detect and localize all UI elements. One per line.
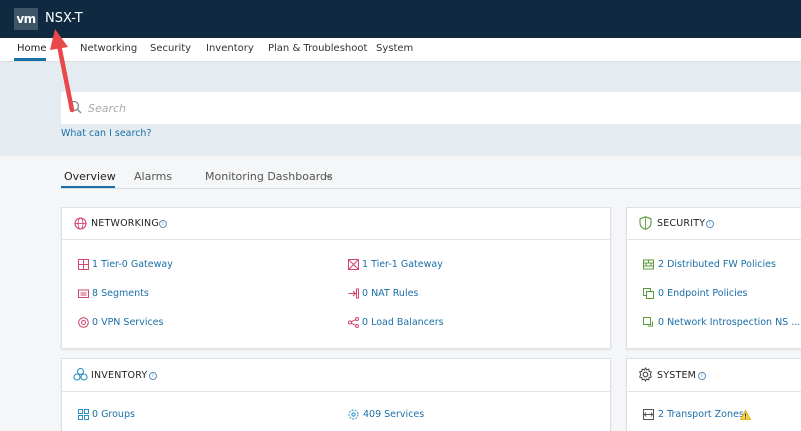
endpoint-policies-icon [643,288,654,299]
network-introspection-icon [643,317,653,327]
link-groups[interactable]: 0 Groups [92,409,135,420]
groups-icon [78,409,89,420]
nav-tab-inventory[interactable]: Inventory [206,43,254,54]
app-title: NSX-T [45,11,83,26]
main-nav: Home Networking Security Inventory Plan … [0,38,801,62]
inventory-info-icon[interactable]: i [149,372,157,380]
link-network-introspection[interactable]: 0 Network Introspection NS ... [658,317,800,328]
subtab-monitoring-dashboards[interactable]: Monitoring Dashboards [205,170,333,183]
segments-icon [78,289,89,298]
link-transport-zones[interactable]: 2 Transport Zones [658,409,744,420]
top-bar: vm NSX-T [0,0,801,38]
networking-globe-icon [74,217,87,230]
link-segments[interactable]: 8 Segments [92,288,149,299]
nav-tab-system[interactable]: System [376,43,413,54]
link-nat-rules[interactable]: 0 NAT Rules [362,288,418,299]
warning-icon[interactable] [740,410,751,420]
nav-tab-home[interactable]: Home [17,43,47,54]
inventory-card-divider [62,391,610,392]
search-icon [68,100,82,114]
link-distributed-fw-policies[interactable]: 2 Distributed FW Policies [658,259,776,270]
tier1-gateway-icon [348,259,359,270]
link-services[interactable]: 409 Services [363,409,424,420]
subtab-overview[interactable]: Overview [64,170,116,183]
inventory-card [61,358,611,431]
subtab-active-indicator [61,186,115,188]
search-input[interactable] [88,99,788,117]
security-card-title: SECURITY [657,218,706,229]
shield-icon [639,216,652,230]
system-info-icon[interactable]: i [698,372,706,380]
link-endpoint-policies[interactable]: 0 Endpoint Policies [658,288,748,299]
subtabs-divider [61,188,801,189]
load-balancers-icon [348,317,359,328]
services-icon [348,409,359,420]
system-card-divider [627,391,801,392]
distributed-fw-icon [643,259,654,270]
nav-tab-security[interactable]: Security [150,43,191,54]
link-tier1-gateway[interactable]: 1 Tier-1 Gateway [362,259,443,270]
tier0-gateway-icon [78,259,89,270]
nav-tab-plan-troubleshoot[interactable]: Plan & Troubleshoot [268,43,367,54]
vpn-services-icon [78,317,89,328]
gear-icon [639,367,652,382]
link-load-balancers[interactable]: 0 Load Balancers [362,317,444,328]
active-tab-indicator [14,58,46,61]
inventory-card-title: INVENTORY [91,370,148,381]
link-vpn-services[interactable]: 0 VPN Services [92,317,163,328]
networking-card-divider [62,239,610,240]
nat-rules-icon [348,288,359,299]
networking-info-icon[interactable]: i [159,220,167,228]
transport-zones-icon [643,409,654,420]
system-card-title: SYSTEM [657,370,697,381]
search-help-link[interactable]: What can I search? [61,128,152,139]
networking-card-title: NETWORKING [91,218,159,229]
link-tier0-gateway[interactable]: 1 Tier-0 Gateway [92,259,173,270]
inventory-cubes-icon [73,368,88,381]
vmware-logo[interactable]: vm [14,8,38,30]
security-card-divider [627,239,801,240]
nav-tab-networking[interactable]: Networking [80,43,137,54]
chevron-down-icon[interactable] [325,174,332,179]
security-info-icon[interactable]: i [706,220,714,228]
subtab-alarms[interactable]: Alarms [134,170,172,183]
